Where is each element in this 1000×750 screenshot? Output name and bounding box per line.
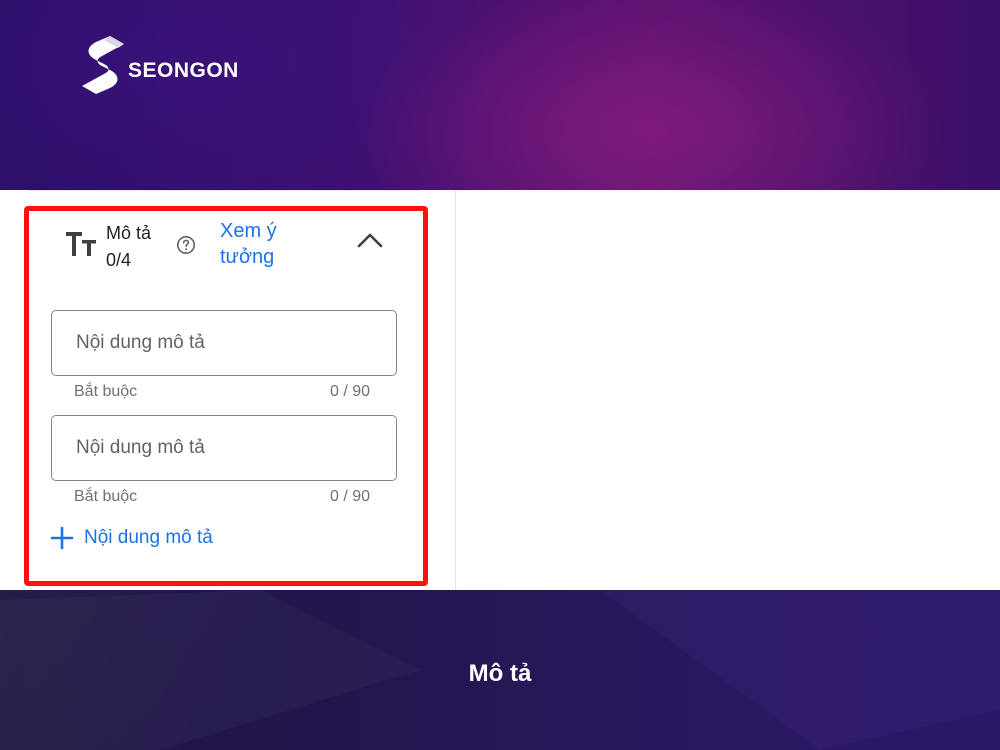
description-screenshot: Mô tả 0/4 Xem ý tưởng Bắt buộc 0 / 90 Bắ… [0,190,1000,590]
description-input-1[interactable] [52,311,376,375]
plus-icon [50,526,74,550]
view-ideas-link[interactable]: Xem ý tưởng [220,218,310,270]
help-circle-icon[interactable] [176,235,196,255]
seongon-logo-icon [82,36,124,94]
brand-name: SEONGON [128,59,239,82]
required-hint-2: Bắt buộc [74,488,138,505]
footer-banner: Mô tả [0,590,1000,750]
column-divider [455,190,456,590]
description-input-2[interactable] [52,416,376,480]
chevron-up-icon[interactable] [356,230,384,250]
section-title: Mô tả [106,223,152,243]
panel-border [28,190,420,191]
description-input-2-frame [51,415,397,481]
required-hint-1: Bắt buộc [74,383,138,400]
header-banner: SEONGON [0,0,1000,190]
char-counter-1: 0 / 90 [330,383,371,400]
add-description-label: Nội dung mô tả [84,527,213,548]
add-description-button[interactable]: Nội dung mô tả [50,523,213,553]
caption: Mô tả [468,660,532,687]
char-counter-2: 0 / 90 [330,488,371,505]
text-format-icon [66,232,96,256]
description-input-1-frame [51,310,397,376]
brand-logo: SEONGON [80,34,239,94]
section-count: 0/4 [106,250,132,270]
